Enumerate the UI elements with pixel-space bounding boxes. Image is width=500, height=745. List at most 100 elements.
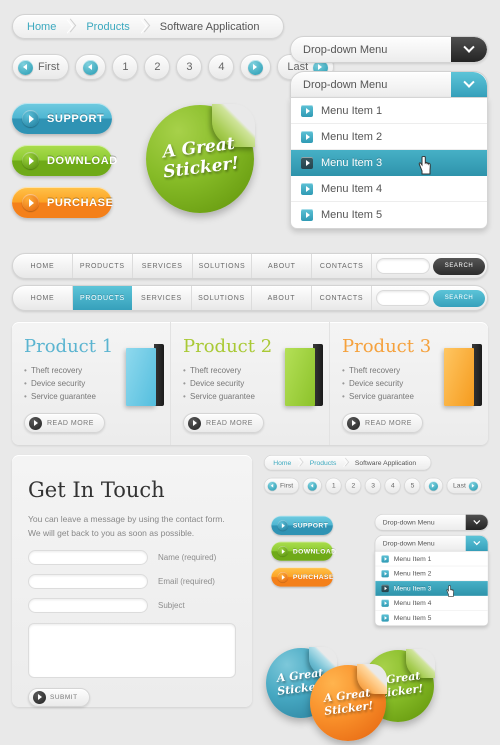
product-3-read-more-button[interactable]: READ MORE	[342, 413, 423, 433]
mini-pagination-last-button[interactable]: Last	[446, 477, 482, 494]
mini-pagination-page-3[interactable]: 3	[365, 477, 382, 494]
support-button[interactable]: SUPPORT	[12, 103, 112, 134]
search-input[interactable]	[376, 258, 431, 274]
menu-item-3[interactable]: Menu Item 3	[291, 150, 487, 176]
dropdown-closed[interactable]: Drop-down Menu	[290, 36, 488, 63]
pagination-page-2[interactable]: 2	[144, 54, 171, 80]
arrow-left-icon	[18, 59, 33, 75]
mini-menu-item-4-label: Menu Item 4	[393, 599, 432, 607]
download-button-label: DOWNLOAD	[47, 154, 118, 167]
mini-pagination-prev-button[interactable]	[302, 477, 323, 494]
product-2-read-more-button[interactable]: READ MORE	[183, 413, 264, 433]
pagination-page-4[interactable]: 4	[208, 54, 235, 80]
chevron-down-icon[interactable]	[465, 514, 488, 531]
arrow-left-icon	[267, 481, 277, 491]
nav-item-services[interactable]: SERVICES	[132, 286, 192, 310]
email-input[interactable]	[28, 573, 148, 589]
sticker-text: A Great Sticker!	[140, 99, 260, 219]
nav-item-home[interactable]: HOME	[13, 254, 73, 278]
mini-pagination-next-button[interactable]	[424, 477, 444, 494]
name-input[interactable]	[28, 549, 148, 565]
box-front	[285, 348, 315, 406]
nav-item-contacts[interactable]: CONTACTS	[312, 286, 372, 310]
breadcrumb-item-home[interactable]: Home	[17, 21, 66, 33]
mini-purchase-button[interactable]: PURCHASE	[271, 567, 333, 587]
search-button[interactable]: SEARCH	[433, 289, 486, 307]
mini-support-button[interactable]: SUPPORT	[271, 515, 333, 535]
nav-item-about[interactable]: ABOUT	[252, 254, 313, 278]
search-box: SEARCH	[372, 286, 487, 310]
mini-breadcrumb-item-home[interactable]: Home	[267, 459, 297, 466]
contact-heading: Get In Touch	[28, 478, 165, 502]
menu-item-1[interactable]: Menu Item 1	[291, 98, 487, 124]
pagination-page-3[interactable]: 3	[176, 54, 203, 80]
bullet-arrow-icon	[381, 614, 389, 622]
mini-pagination-first-label: First	[279, 482, 294, 490]
bullet-arrow-icon	[381, 569, 389, 578]
breadcrumb-separator-icon	[297, 458, 303, 467]
pagination-prev-button[interactable]	[75, 54, 107, 80]
mini-pagination-first-button[interactable]: First	[264, 477, 300, 494]
download-button[interactable]: DOWNLOAD	[12, 145, 117, 176]
chevron-down-icon[interactable]	[465, 535, 488, 551]
nav-item-solutions[interactable]: SOLUTIONS	[192, 286, 252, 310]
mini-pagination-page-4[interactable]: 4	[384, 477, 401, 494]
submit-button[interactable]: SUBMIT	[28, 687, 90, 707]
mini-dropdown-closed[interactable]: Drop-down Menu	[374, 514, 489, 531]
contact-form: Get In Touch You can leave a message by …	[28, 478, 236, 707]
mini-download-button[interactable]: DOWNLOAD	[271, 541, 336, 561]
mini-pagination-page-1[interactable]: 1	[325, 477, 342, 494]
mini-menu-item-1[interactable]: Menu Item 1	[375, 552, 488, 567]
mini-pagination: First 1 2 3 4 5 Last	[264, 477, 482, 494]
box-front	[444, 348, 474, 406]
mini-dropdown-menu: Menu Item 1 Menu Item 2 Menu Item 3 Menu…	[374, 550, 489, 626]
mini-menu-item-1-label: Menu Item 1	[393, 554, 432, 563]
mini-breadcrumb-item-products[interactable]: Products	[304, 459, 343, 466]
nav-item-products[interactable]: PRODUCTS	[73, 254, 133, 278]
mini-menu-item-2-label: Menu Item 2	[393, 569, 432, 578]
dropdown-menu: Menu Item 1 Menu Item 2 Menu Item 3 Menu…	[290, 97, 488, 229]
form-row-subject: Subject	[28, 597, 236, 613]
mini-menu-item-5[interactable]: Menu Item 5	[375, 611, 488, 626]
nav-item-home[interactable]: HOME	[13, 286, 73, 310]
search-button[interactable]: SEARCH	[433, 257, 486, 275]
chevron-down-icon[interactable]	[451, 72, 487, 97]
dropdown-open-trigger[interactable]: Drop-down Menu	[290, 71, 488, 98]
bullet-arrow-icon	[301, 182, 313, 195]
breadcrumb-separator-icon	[140, 20, 150, 34]
arrow-right-icon	[22, 152, 39, 169]
pagination-page-1[interactable]: 1	[112, 54, 139, 80]
arrow-right-icon	[33, 690, 46, 704]
message-textarea[interactable]	[28, 622, 236, 678]
search-input[interactable]	[375, 290, 431, 306]
mini-pagination-last-label: Last	[453, 482, 466, 490]
chevron-down-icon[interactable]	[451, 37, 487, 62]
menu-item-5[interactable]: Menu Item 5	[291, 202, 487, 228]
pagination-first-button[interactable]: First	[12, 54, 70, 80]
mini-dropdown-open-trigger[interactable]: Drop-down Menu	[374, 534, 489, 552]
sticker-green: A Great Sticker!	[146, 104, 255, 213]
nav-item-services[interactable]: SERVICES	[133, 254, 193, 278]
mini-pagination-page-5[interactable]: 5	[404, 477, 421, 494]
mini-menu-item-2[interactable]: Menu Item 2	[375, 566, 488, 582]
product-2-box-image	[285, 344, 323, 406]
mini-menu-item-4[interactable]: Menu Item 4	[375, 596, 488, 611]
pagination-next-button[interactable]	[240, 54, 272, 80]
purchase-button[interactable]: PURCHASE	[12, 187, 113, 218]
menu-item-4[interactable]: Menu Item 4	[291, 176, 487, 202]
subject-input[interactable]	[28, 597, 148, 613]
mini-menu-item-3[interactable]: Menu Item 3	[375, 581, 488, 596]
breadcrumb-item-products[interactable]: Products	[76, 21, 139, 33]
bullet-arrow-icon	[301, 157, 313, 169]
nav-item-contacts[interactable]: CONTACTS	[312, 254, 373, 278]
nav-item-solutions[interactable]: SOLUTIONS	[193, 254, 253, 278]
arrow-left-icon	[307, 481, 318, 491]
sticker-orange: A Great Sticker!	[310, 664, 387, 741]
nav-item-about[interactable]: ABOUT	[252, 286, 312, 310]
product-1-read-more-label: READ MORE	[47, 419, 94, 427]
product-1-read-more-button[interactable]: READ MORE	[24, 413, 105, 433]
nav-item-products-active[interactable]: PRODUCTS	[72, 286, 132, 310]
mini-pagination-page-2[interactable]: 2	[345, 477, 362, 494]
menu-item-2[interactable]: Menu Item 2	[291, 124, 487, 150]
pagination: First 1 2 3 4 Last	[12, 54, 335, 80]
